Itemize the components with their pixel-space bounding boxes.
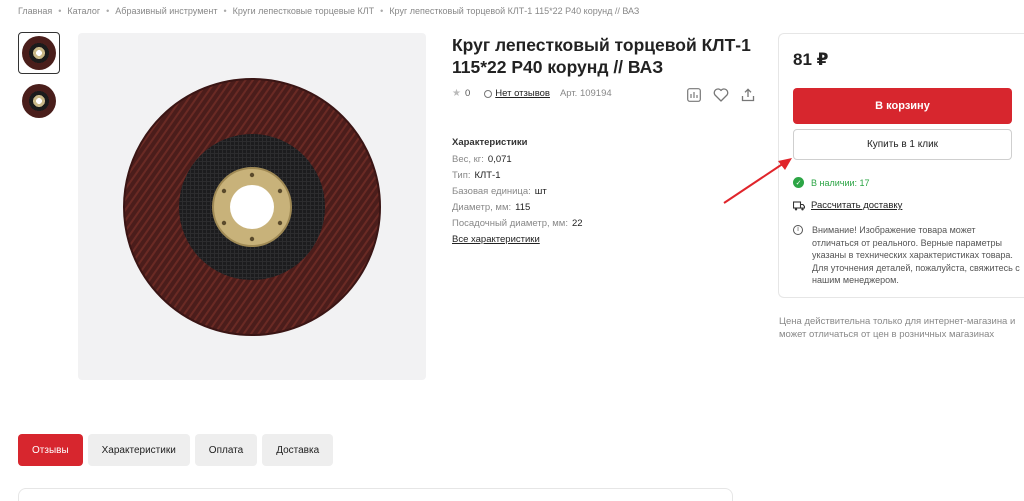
star-icon: ★ bbox=[452, 88, 461, 99]
rating-value: 0 bbox=[464, 88, 471, 99]
spec-key: Диаметр, мм: bbox=[452, 202, 512, 213]
breadcrumb-separator: • bbox=[380, 6, 384, 16]
spec-value: шт bbox=[534, 186, 547, 197]
image-notice: i Внимание! Изображение товара может отл… bbox=[793, 224, 1021, 287]
thumbnail-list bbox=[18, 32, 62, 128]
spec-value: 22 bbox=[571, 218, 583, 229]
share-icon[interactable] bbox=[740, 87, 756, 103]
buy-one-click-button[interactable]: Купить в 1 клик bbox=[793, 129, 1012, 160]
breadcrumb-separator: • bbox=[223, 6, 227, 16]
product-title: Круг лепестковый торцевой КЛТ-1 115*22 P… bbox=[452, 35, 751, 77]
specs-block: Характеристики Вес, кг: 0,071 Тип: КЛТ-1 Б… bbox=[452, 137, 583, 245]
spec-value: КЛТ-1 bbox=[474, 170, 501, 181]
tab-payment[interactable]: Оплата bbox=[194, 434, 258, 466]
breadcrumb-separator: • bbox=[58, 6, 62, 16]
spec-row: Базовая единица: шт bbox=[452, 186, 583, 197]
annotation-arrow bbox=[723, 158, 792, 204]
breadcrumb-catalog[interactable]: Каталог bbox=[67, 6, 100, 16]
tab-delivery[interactable]: Доставка bbox=[262, 434, 334, 466]
buy-box: 81 ₽ В корзину Купить в 1 клик ✓ В налич… bbox=[778, 33, 1024, 298]
breadcrumb-home[interactable]: Главная bbox=[18, 6, 52, 16]
specs-title: Характеристики bbox=[452, 137, 528, 148]
spec-key: Посадочный диаметр, мм: bbox=[452, 218, 568, 229]
breadcrumb-klt[interactable]: Круги лепестковые торцевые КЛТ bbox=[233, 6, 375, 16]
delivery-calc[interactable]: Рассчитать доставку bbox=[793, 200, 902, 211]
product-meta: ★ 0 Нет отзывов Арт. 109194 bbox=[452, 88, 612, 99]
thumbnail-1[interactable] bbox=[18, 32, 60, 74]
disc-thumbnail-image bbox=[22, 36, 56, 70]
spec-key: Тип: bbox=[452, 170, 471, 181]
stock-label: В наличии: 17 bbox=[811, 177, 870, 188]
breadcrumb-abrasive[interactable]: Абразивный инструмент bbox=[115, 6, 217, 16]
spec-row: Вес, кг: 0,071 bbox=[452, 154, 583, 165]
spec-key: Вес, кг: bbox=[452, 154, 484, 165]
breadcrumb: Главная • Каталог • Абразивный инструмент • Кр… bbox=[18, 6, 639, 16]
spec-value: 0,071 bbox=[487, 154, 512, 165]
tab-reviews[interactable]: Отзывы bbox=[18, 434, 83, 466]
review-icon bbox=[484, 89, 493, 98]
spec-value: 115 bbox=[515, 202, 531, 213]
product-actions bbox=[686, 87, 756, 103]
delivery-link[interactable]: Рассчитать доставку bbox=[811, 200, 902, 211]
product-main-image[interactable] bbox=[78, 33, 426, 380]
spec-key: Базовая единица: bbox=[452, 186, 531, 197]
breadcrumb-current: Круг лепестковый торцевой КЛТ-1 115*22 P… bbox=[389, 6, 640, 16]
heart-icon[interactable] bbox=[713, 87, 729, 103]
breadcrumb-separator: • bbox=[106, 6, 110, 16]
article-number: Арт. 109194 bbox=[559, 88, 612, 99]
disc-thumbnail-image bbox=[22, 84, 56, 118]
spec-row: Тип: КЛТ-1 bbox=[452, 170, 583, 181]
spec-row: Посадочный диаметр, мм: 22 bbox=[452, 218, 583, 229]
price: 81 ₽ bbox=[793, 50, 829, 69]
stock-status: ✓ В наличии: 17 bbox=[793, 177, 870, 188]
notice-text: Внимание! Изображение товара может отлич… bbox=[812, 225, 1020, 285]
spec-row: Диаметр, мм: 115 bbox=[452, 202, 583, 213]
tab-specs[interactable]: Характеристики bbox=[87, 434, 190, 466]
thumbnail-2[interactable] bbox=[18, 80, 60, 122]
compare-icon[interactable] bbox=[686, 87, 702, 103]
info-icon: i bbox=[793, 225, 803, 235]
price-note: Цена действительна только для интернет-м… bbox=[779, 316, 1016, 340]
flap-disc-image bbox=[123, 77, 381, 336]
add-to-cart-button[interactable]: В корзину bbox=[793, 88, 1012, 124]
product-tabs: Отзывы Характеристики Оплата Доставка bbox=[18, 434, 334, 466]
tab-content-panel bbox=[18, 488, 733, 501]
reviews-link[interactable]: Нет отзывов bbox=[495, 88, 550, 99]
all-specs-link[interactable]: Все характеристики bbox=[452, 234, 583, 245]
